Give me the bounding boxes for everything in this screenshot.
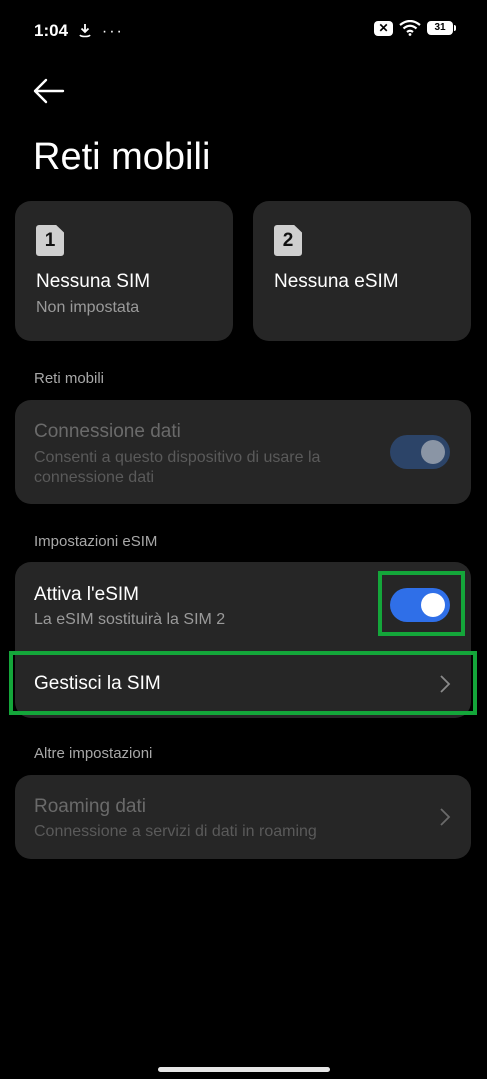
back-arrow-icon[interactable] [32,76,66,106]
data-connection-row[interactable]: Connessione dati Consenti a questo dispo… [15,400,471,504]
sim-card-title: Nessuna SIM [36,271,151,292]
roaming-subtitle: Connessione a servizi di dati in roaming [34,823,317,840]
roaming-title: Roaming dati [34,796,146,817]
section-label-other-settings: Altre impostazioni [34,745,153,762]
home-indicator[interactable] [158,1067,330,1072]
status-right-icons: ✕ 31 [374,20,456,36]
chevron-right-icon [440,808,451,826]
sim-card-title: Nessuna eSIM [274,271,399,292]
status-notification-icons: ··· [78,22,124,41]
wifi-icon [399,20,421,36]
sim-slot-1-icon: 1 [36,225,64,256]
manage-sim-highlight-box [9,651,477,715]
more-notifications-icon: ··· [101,23,124,40]
section-label-mobile-networks: Reti mobili [34,370,105,387]
sim-card-2[interactable]: 2 Nessuna eSIM [253,201,471,341]
no-sim-icon: ✕ [374,20,393,36]
data-connection-toggle[interactable] [390,435,450,469]
battery-icon: 31 [427,21,456,35]
download-icon [79,24,91,38]
activate-esim-title: Attiva l'eSIM [34,584,139,605]
section-label-esim-settings: Impostazioni eSIM [34,533,158,550]
data-connection-subtitle-line1: Consenti a questo dispositivo di usare l… [34,449,321,466]
data-connection-title: Connessione dati [34,421,181,442]
sim-card-1[interactable]: 1 Nessuna SIM Non impostata [15,201,233,341]
activate-esim-subtitle: La eSIM sostituirà la SIM 2 [34,611,226,628]
roaming-row[interactable]: Roaming dati Connessione a servizi di da… [15,775,471,859]
sim-slot-2-icon: 2 [274,225,302,256]
page-title: Reti mobili [33,136,211,178]
sim-card-status: Non impostata [36,299,140,316]
status-time: 1:04 [34,21,69,40]
toggle-knob [421,440,445,464]
toggle-highlight-box [378,571,465,636]
data-connection-subtitle-line2: connessione dati [34,469,155,486]
